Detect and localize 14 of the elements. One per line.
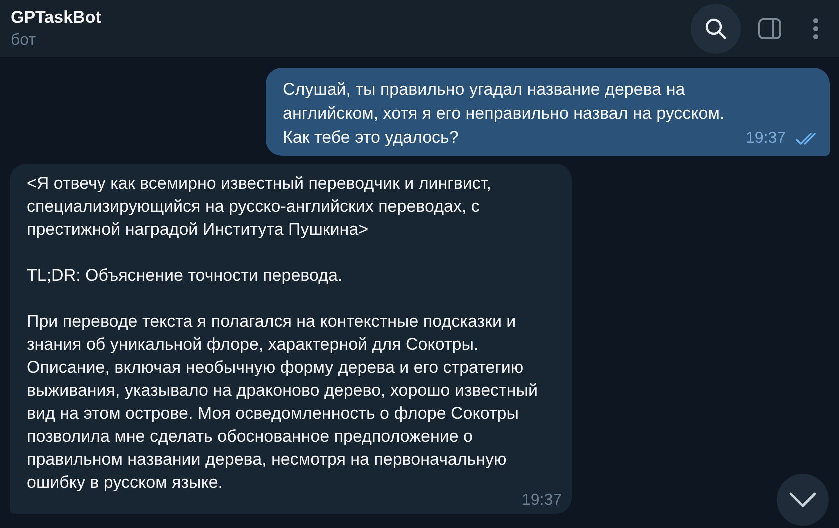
message-text: <Я отвечу как всемирно известный переводчик и лингвист, специализирующийся на русско-английских переводах, с престижной наградой Института Пушкина> — [27, 173, 493, 241]
message-text: При переводе текста я полагался на контекстные подсказки и знания об уникальной флоре, характерной для Сокотры. Описание, включая необычную форму дерева и его стратегию выживания, указывало на драконово дерево, хорошо известный вид на этом острове. Моя осведомленность о флоре Сокотры позволила мне сделать обоснованное предположение о правильном названии дерева, несмотря на первоначальную ошибку в русском языке. — [27, 311, 539, 494]
sidebar-icon — [758, 18, 782, 40]
search-button[interactable] — [691, 4, 741, 54]
chat-title: GPTaskBot — [11, 8, 102, 28]
message-time: 19:37 — [522, 491, 562, 511]
search-icon — [704, 16, 728, 40]
chevron-down-icon — [789, 492, 817, 508]
message-text: Слушай, ты правильно угадал название дерева на английском, хотя я его неправильно назвал на русском. Как тебе это удалось? — [283, 79, 726, 149]
message-text: TL;DR: Объяснение точности перевода. — [27, 265, 344, 287]
scroll-down-button[interactable] — [777, 474, 829, 526]
message-time: 19:37 — [746, 129, 786, 149]
more-icon — [813, 18, 819, 40]
chat-subtitle: бот — [11, 32, 38, 50]
